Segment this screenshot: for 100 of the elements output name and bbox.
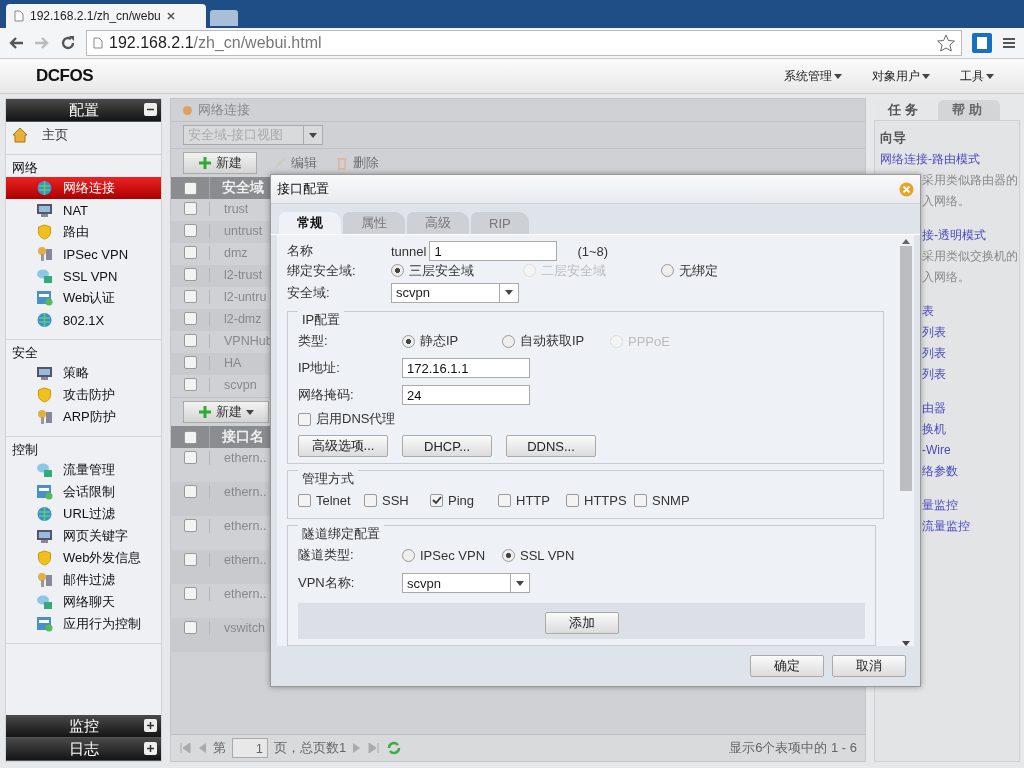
nav-item[interactable]: NAT	[6, 199, 161, 221]
toolbar-button[interactable]: 新建	[183, 152, 257, 174]
extension-icon[interactable]	[972, 33, 992, 53]
group-title: 隧道绑定配置	[298, 525, 384, 543]
checkbox[interactable]	[298, 412, 311, 426]
menu-item[interactable]: 工具	[960, 67, 994, 85]
table-cell: ethern..	[209, 519, 267, 533]
checkbox[interactable]	[183, 485, 197, 498]
checkbox[interactable]	[634, 493, 647, 507]
checkbox[interactable]	[364, 493, 377, 507]
collapse-button[interactable]	[144, 103, 157, 116]
page-field[interactable]: 1	[232, 738, 268, 758]
forward-icon[interactable]	[34, 36, 50, 50]
nav-item[interactable]: ARP防护	[6, 406, 161, 428]
add-icon	[198, 405, 212, 419]
nav-item[interactable]: 攻击防护	[6, 384, 161, 406]
checkbox[interactable]	[183, 181, 197, 195]
checkbox[interactable]	[183, 268, 197, 281]
star-icon[interactable]	[937, 34, 955, 52]
nav-item[interactable]: 应用行为控制	[6, 613, 161, 635]
radio-button[interactable]	[402, 548, 415, 562]
radio-button[interactable]	[502, 334, 515, 348]
new-button[interactable]: 新建	[183, 401, 269, 423]
nav-item[interactable]: 主页	[6, 122, 161, 155]
nav-item[interactable]: 流量管理	[6, 459, 161, 481]
checkbox[interactable]	[183, 290, 197, 303]
option-button[interactable]: DHCP...	[402, 435, 492, 457]
checkbox[interactable]	[183, 356, 197, 369]
nav-item[interactable]: 路由	[6, 221, 161, 243]
back-icon[interactable]	[8, 36, 24, 50]
nav-item[interactable]: 会话限制	[6, 481, 161, 503]
nav-item[interactable]: 邮件过滤	[6, 569, 161, 591]
nav-item[interactable]: SSL VPN	[6, 265, 161, 287]
checkbox[interactable]	[183, 224, 197, 237]
radio-button[interactable]	[402, 334, 415, 348]
nav-item[interactable]: Web外发信息	[6, 547, 161, 569]
globe-icon	[36, 312, 53, 328]
vpn-select[interactable]: scvpn	[402, 573, 530, 593]
nav-item[interactable]: 网络聊天	[6, 591, 161, 613]
checkbox[interactable]	[183, 519, 197, 532]
mask-field[interactable]: 24	[402, 385, 530, 405]
nav-item[interactable]: IPSec VPN	[6, 243, 161, 265]
group-title: 控制	[11, 441, 39, 459]
panel-header[interactable]: 配置	[6, 99, 161, 122]
checkbox[interactable]	[183, 202, 197, 215]
table-cell: l2-untru	[209, 290, 267, 304]
nav-item[interactable]: 策略	[6, 362, 161, 384]
scroll-down-icon[interactable]	[902, 641, 910, 646]
tab[interactable]: 常规	[279, 212, 341, 234]
checkbox-label: Telnet	[316, 492, 351, 508]
add-button[interactable]: 添加	[544, 612, 619, 634]
name-field[interactable]: 1	[429, 241, 558, 261]
panel-header[interactable]: 日志	[6, 738, 161, 761]
radio-button[interactable]	[661, 264, 674, 278]
refresh-icon[interactable]	[386, 740, 403, 756]
panel-header[interactable]: 监控	[6, 715, 161, 738]
first-page-icon[interactable]	[179, 742, 191, 754]
checkbox[interactable]	[183, 378, 197, 391]
ip-field[interactable]: 172.16.1.1	[402, 358, 530, 378]
nav-item[interactable]: 802.1X	[6, 309, 161, 331]
zone-select[interactable]: scvpn	[391, 282, 519, 303]
previous-page-icon[interactable]	[197, 742, 207, 754]
checkbox[interactable]	[298, 493, 311, 507]
address-bar[interactable]: 192.168.2.1/zh_cn/webui.html	[86, 30, 962, 56]
plus-icon	[146, 744, 155, 753]
menu-item[interactable]: 系统管理	[784, 67, 842, 85]
scroll-up-icon[interactable]	[902, 239, 910, 244]
checkbox[interactable]	[566, 493, 579, 507]
panel-tab[interactable]: 帮助	[938, 100, 1000, 120]
nav-item[interactable]: Web认证	[6, 287, 161, 309]
checkbox[interactable]	[498, 493, 511, 507]
group-title: 网络	[11, 159, 39, 177]
expand-button[interactable]	[144, 719, 157, 732]
close-icon[interactable]	[166, 12, 175, 20]
dialog-button[interactable]: 确定	[750, 655, 824, 677]
nav-item[interactable]: URL过滤	[6, 503, 161, 525]
reload-icon[interactable]	[60, 35, 76, 51]
nav-item[interactable]: 网页关键字	[6, 525, 161, 547]
menu-item[interactable]: 对象用户	[872, 67, 930, 85]
scrollbar-thumb[interactable]	[900, 246, 912, 491]
checkbox[interactable]	[183, 451, 197, 464]
expand-button[interactable]	[144, 742, 157, 755]
dialog-button[interactable]: 取消	[832, 655, 906, 677]
checkbox[interactable]	[183, 246, 197, 259]
option-button[interactable]: DDNS...	[506, 435, 596, 457]
browser-tab[interactable]: 192.168.2.1/zh_cn/webu	[6, 4, 206, 28]
checkbox[interactable]	[430, 493, 443, 507]
checkbox[interactable]	[183, 587, 197, 600]
checkbox[interactable]	[183, 312, 197, 325]
option-button[interactable]: 高级选项...	[298, 435, 388, 457]
menu-icon[interactable]	[1002, 36, 1016, 50]
checkbox[interactable]	[183, 621, 197, 634]
radio-button[interactable]	[502, 548, 515, 562]
checkbox[interactable]	[183, 553, 197, 566]
last-page-icon[interactable]	[368, 742, 381, 754]
checkbox[interactable]	[183, 334, 197, 347]
task-link[interactable]: 网络连接-路由模式	[880, 150, 1019, 168]
radio-button[interactable]	[391, 264, 404, 278]
nav-item[interactable]: 网络连接	[6, 177, 161, 199]
checkbox[interactable]	[183, 430, 197, 444]
